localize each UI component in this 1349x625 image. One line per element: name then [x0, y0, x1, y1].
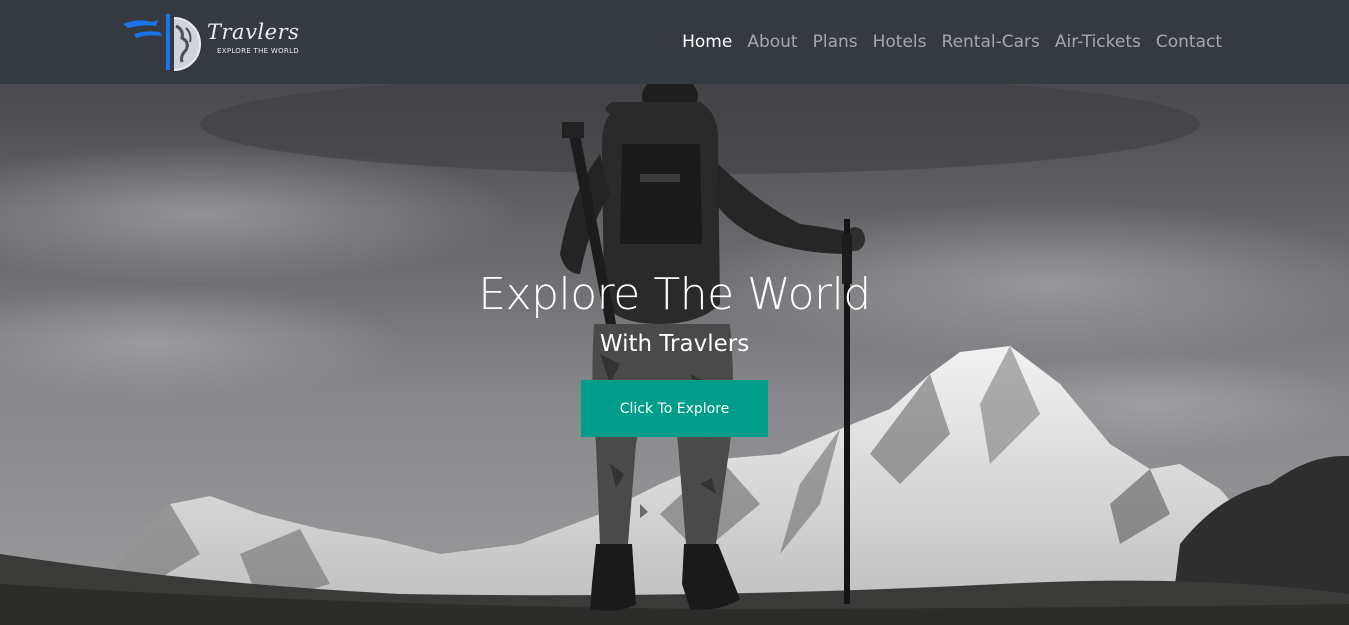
explore-button[interactable]: Click To Explore: [581, 380, 768, 437]
hero-section: Explore The World With Travlers Click To…: [0, 84, 1349, 625]
globe-compass-logo-icon: [123, 14, 201, 71]
brand-logo[interactable]: Travlers EXPLORE THE WORLD: [120, 12, 320, 72]
nav-item-air-tickets[interactable]: Air-Tickets: [1055, 31, 1141, 53]
nav-item-home[interactable]: Home: [682, 31, 732, 53]
top-navbar: Travlers EXPLORE THE WORLD Home About Pl…: [0, 0, 1349, 84]
hero-content: Explore The World With Travlers Click To…: [0, 269, 1349, 437]
nav-item-hotels[interactable]: Hotels: [873, 31, 927, 53]
nav-item-rental-cars[interactable]: Rental-Cars: [942, 31, 1040, 53]
main-nav: Home About Plans Hotels Rental-Cars Air-…: [682, 31, 1222, 53]
brand-tagline: EXPLORE THE WORLD: [217, 47, 299, 55]
hero-subtitle: With Travlers: [599, 331, 750, 357]
hero-title: Explore The World: [478, 269, 871, 320]
nav-item-plans[interactable]: Plans: [813, 31, 858, 53]
nav-item-contact[interactable]: Contact: [1156, 31, 1222, 53]
nav-item-about[interactable]: About: [747, 31, 797, 53]
brand-name: Travlers: [207, 20, 300, 44]
